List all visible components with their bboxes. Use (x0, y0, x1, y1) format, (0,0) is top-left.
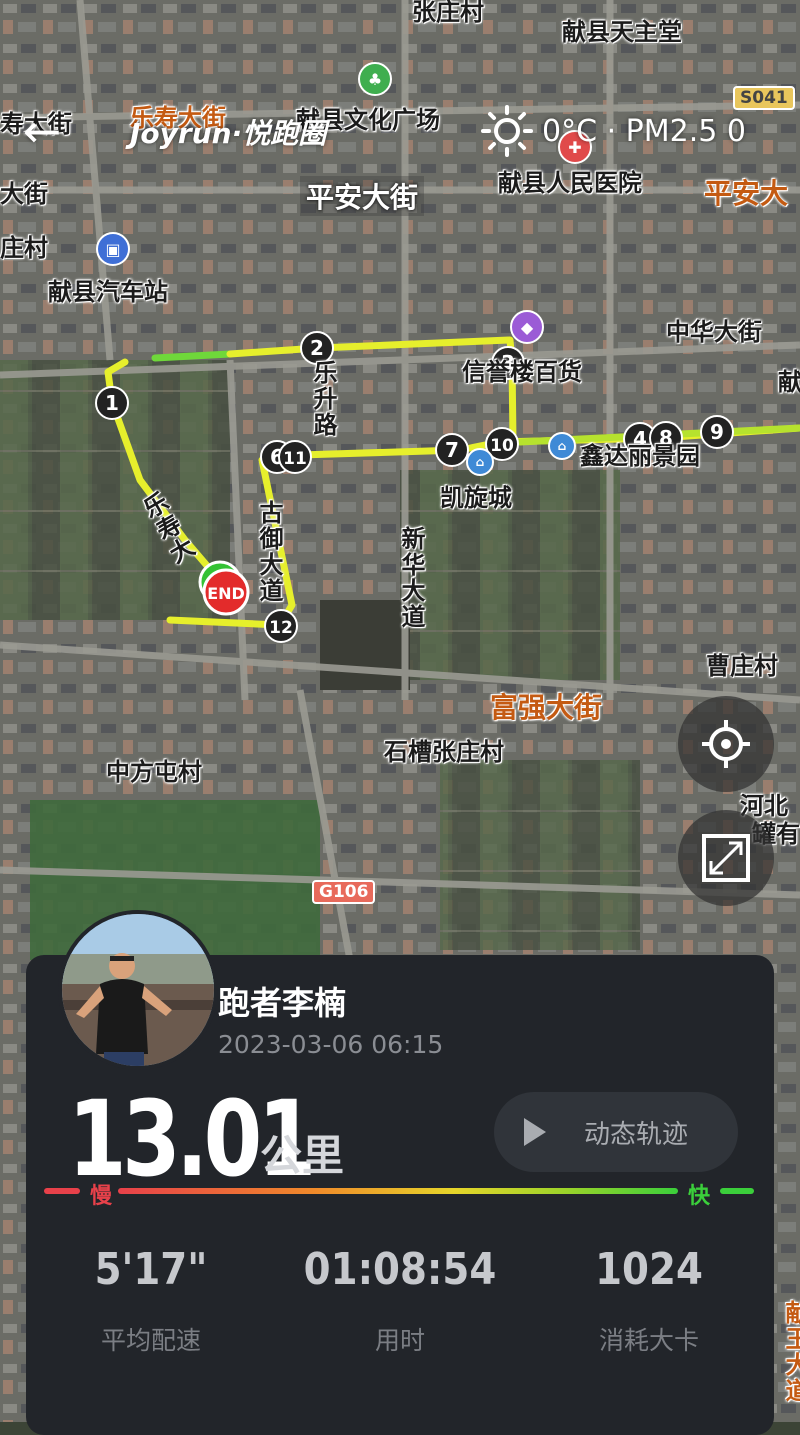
map-label: 乐升路 (309, 360, 337, 438)
shopping-icon[interactable]: ◆ (510, 310, 544, 344)
stat-value: 5'17" (94, 1244, 208, 1295)
svg-text:END: END (207, 584, 245, 603)
route-marker[interactable]: 11 (278, 440, 312, 474)
runner-name: 跑者李楠 (218, 984, 347, 1022)
svg-text:11: 11 (283, 449, 307, 469)
road-shield: G106 (312, 880, 376, 904)
svg-text:1: 1 (105, 391, 119, 415)
svg-text:7: 7 (445, 438, 459, 462)
stat-avg-pace: 5'17" 平均配速 (36, 1244, 266, 1357)
map-label: 献 (778, 368, 800, 396)
route-marker[interactable]: 12 (264, 609, 298, 643)
map-label: 献县汽车站 (48, 278, 168, 306)
locate-button[interactable] (678, 696, 774, 792)
map-label: 献县天主堂 (562, 18, 682, 46)
map-label: 平安大 (704, 177, 789, 210)
distance-unit: 公里 (260, 1131, 345, 1180)
bus-station-icon[interactable]: ▣ (96, 232, 130, 266)
sun-icon (481, 105, 533, 157)
svg-text:2: 2 (310, 336, 324, 360)
map-label: 中方屯村 (106, 758, 202, 786)
park-icon[interactable]: ♣ (358, 62, 392, 96)
stat-label: 消耗大卡 (598, 1326, 699, 1355)
map-label: 张庄村 (412, 0, 484, 26)
map-label: 古御大道 (255, 500, 283, 604)
map-label: 信誉楼百货 (462, 358, 582, 386)
pace-fast-segment (720, 1188, 754, 1194)
residence-icon[interactable]: ⌂ (466, 448, 494, 476)
back-arrow-icon[interactable]: ← (14, 105, 70, 161)
pace-gradient (118, 1188, 678, 1194)
app-brand: Joyrun·悦跑圈 (130, 117, 327, 150)
map-label: 献县人民医院 (498, 169, 642, 197)
replay-label: 动态轨迹 (584, 1119, 689, 1150)
expand-icon (702, 834, 750, 882)
stat-calories: 1024 消耗大卡 (534, 1244, 764, 1357)
stat-label: 平均配速 (100, 1326, 201, 1355)
residence-icon[interactable]: ⌂ (548, 432, 576, 460)
crosshair-icon (702, 720, 750, 768)
svg-text:10: 10 (490, 436, 514, 456)
svg-text:9: 9 (710, 420, 724, 444)
map-label: 曹庄村 (706, 652, 778, 680)
pace-slow-segment (44, 1188, 80, 1194)
stat-label: 用时 (374, 1326, 425, 1355)
stat-value: 1024 (595, 1244, 703, 1295)
end-marker[interactable]: END (202, 568, 250, 616)
weather-text: 0°C · PM2.5 0 (542, 113, 746, 149)
map-label: 献王大道 (781, 1300, 800, 1404)
svg-text:12: 12 (269, 618, 293, 638)
stat-duration: 01:08:54 用时 (285, 1244, 515, 1357)
route-marker[interactable]: 9 (700, 415, 734, 449)
stat-value: 01:08:54 (303, 1244, 497, 1295)
map-label: 大街 (0, 180, 48, 208)
route-marker[interactable]: 1 (95, 386, 129, 420)
weather-info: 0°C · PM2.5 0 (480, 104, 746, 158)
pace-slow-label: 慢 (90, 1184, 113, 1209)
expand-map-button[interactable] (678, 810, 774, 906)
map-label: 石槽张庄村 (384, 738, 504, 766)
run-datetime: 2023-03-06 06:15 (218, 1030, 444, 1059)
map-label: 平安大街 (300, 176, 425, 216)
map-label: 凯旋城 (440, 484, 512, 512)
pace-fast-label: 快 (688, 1184, 711, 1209)
map-label: 富强大街 (490, 691, 603, 724)
map-label: 鑫达丽景园 (580, 442, 700, 470)
route-marker[interactable]: 7 (435, 433, 469, 467)
avatar (62, 914, 214, 1066)
play-icon (524, 1118, 546, 1146)
map-label: 新华大道 (397, 526, 425, 630)
map-label: 庄村 (0, 234, 48, 262)
replay-track-button[interactable]: 动态轨迹 (494, 1092, 738, 1172)
map-label: 中华大街 (666, 318, 762, 346)
runner-avatar[interactable] (58, 910, 218, 1070)
pace-scale: 慢 快 (44, 1184, 754, 1209)
